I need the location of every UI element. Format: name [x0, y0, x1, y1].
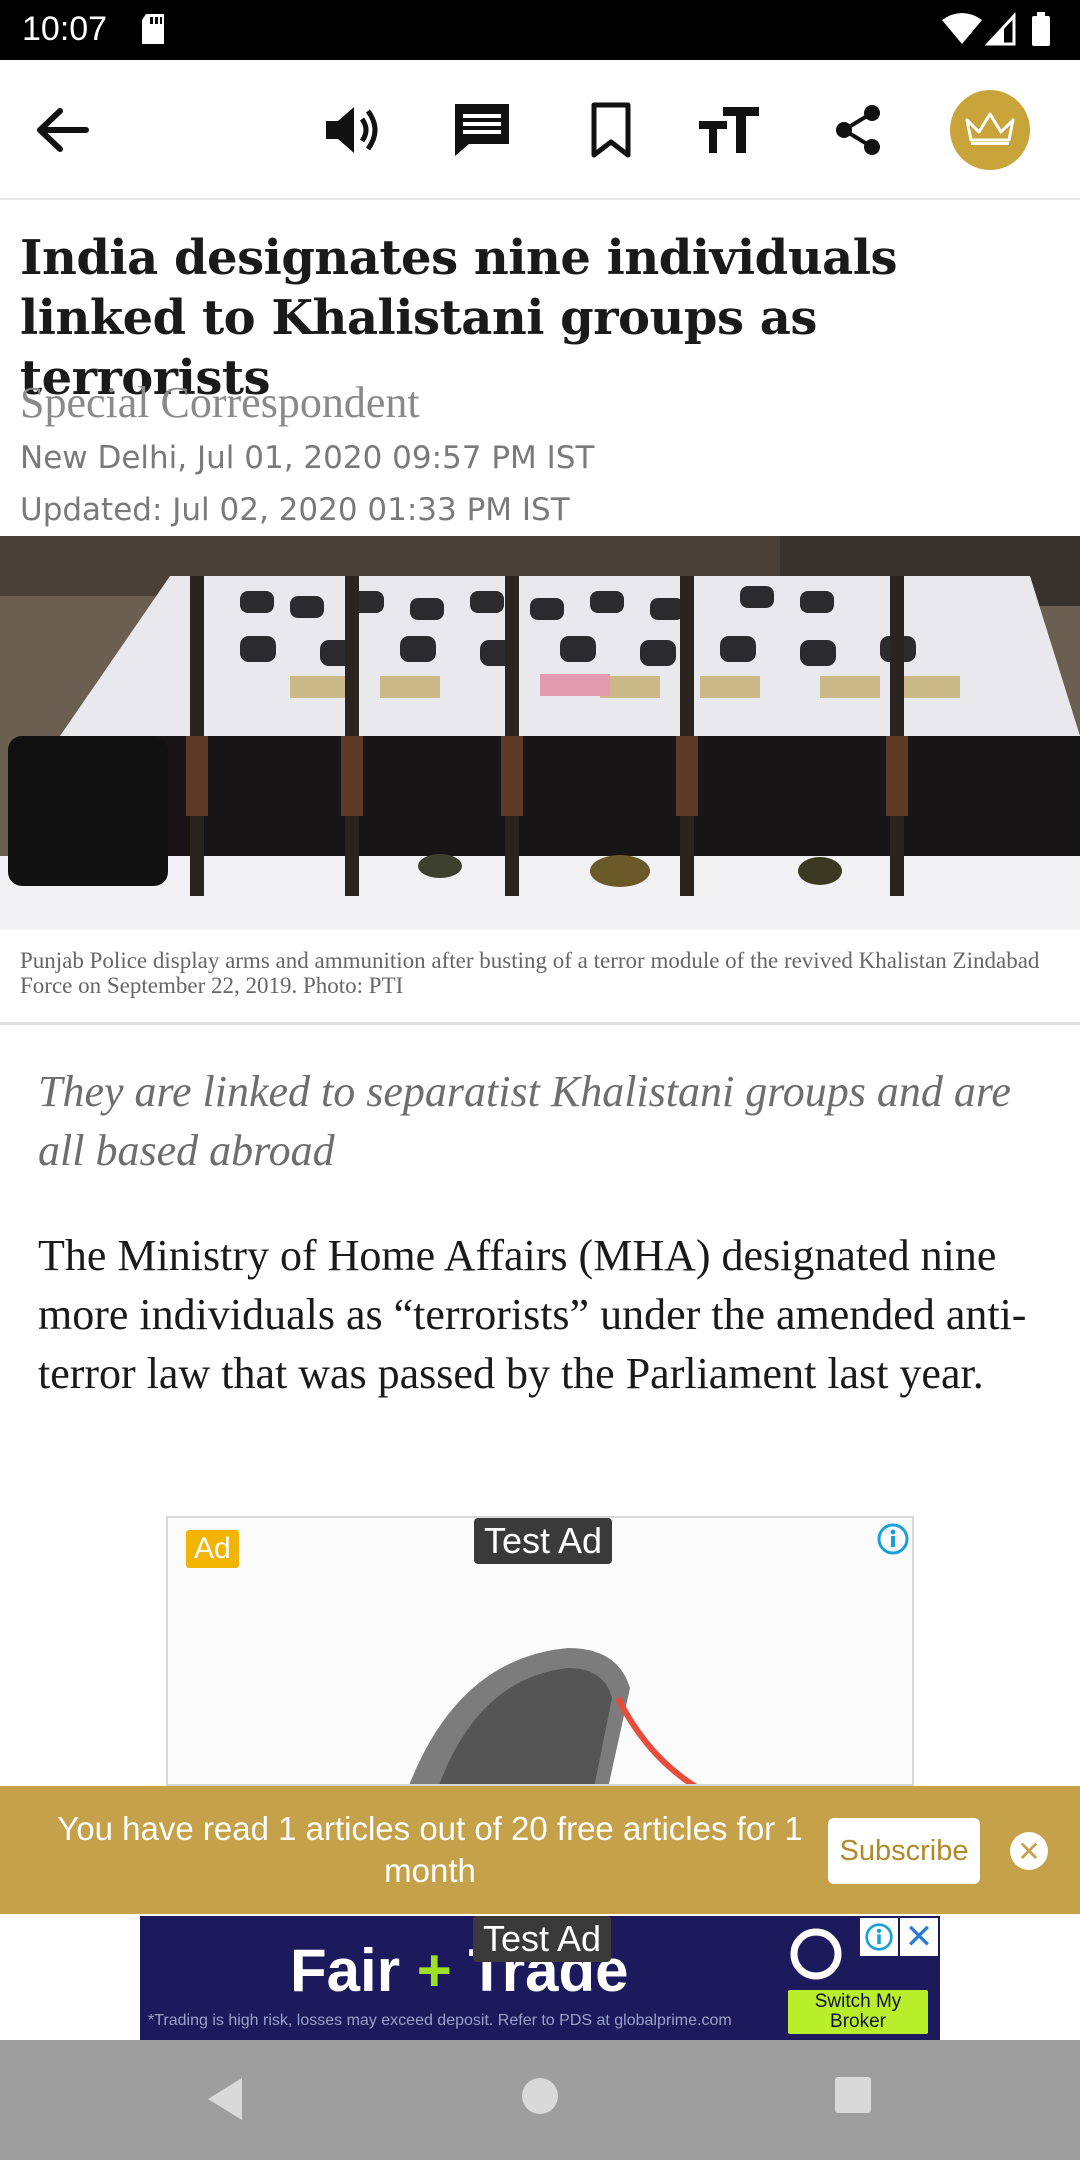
- ad-close-icon[interactable]: ✕: [900, 1918, 938, 1956]
- ad-headline-plus: +: [416, 1937, 452, 2004]
- test-ad-label: Test Ad: [473, 1916, 612, 1962]
- article-body-paragraph: The Ministry of Home Affairs (MHA) desig…: [38, 1231, 1027, 1398]
- subscribe-message: You have read 1 articles out of 20 free …: [57, 1810, 803, 1889]
- switch-broker-button[interactable]: Switch My Broker: [788, 1990, 928, 2034]
- ad-product-image: [368, 1618, 768, 1784]
- inline-ad[interactable]: Ad Test Ad: [166, 1516, 914, 1786]
- crown-icon: [963, 108, 1017, 153]
- sd-card-icon: [140, 14, 166, 49]
- nav-home-icon[interactable]: [520, 2076, 560, 2121]
- ad-info-icon[interactable]: [860, 1918, 898, 1956]
- nav-back-icon[interactable]: [204, 2076, 246, 2127]
- ad-badge: Ad: [186, 1530, 239, 1568]
- ad-headline-left: Fair: [290, 1937, 401, 2004]
- article-dateline: New Delhi, Jul 01, 2020 09:57 PM IST: [20, 440, 594, 476]
- share-icon[interactable]: [818, 90, 898, 170]
- signal-wifi-battery-icons: [940, 12, 1060, 53]
- ad-disclaimer: *Trading is high risk, losses may exceed…: [148, 2012, 732, 2029]
- article-published-date: Jul 01, 2020 09:57 PM IST: [197, 440, 595, 476]
- back-arrow-icon[interactable]: [22, 90, 102, 170]
- article-location: New Delhi,: [20, 440, 188, 476]
- bookmark-icon[interactable]: [571, 90, 651, 170]
- article-byline: Special Correspondent: [20, 378, 420, 427]
- status-bar: 10:07: [0, 0, 1080, 60]
- test-ad-label: Test Ad: [474, 1518, 613, 1564]
- text-size-icon[interactable]: [690, 90, 770, 170]
- premium-crown-button[interactable]: [950, 90, 1030, 170]
- bottom-banner-ad[interactable]: Fair + Trade *Trading is high risk, loss…: [140, 1916, 940, 2040]
- article-standfirst: They are linked to separatist Khalistani…: [38, 1067, 1011, 1175]
- banner-close-icon[interactable]: ✕: [1010, 1832, 1048, 1870]
- status-time: 10:07: [22, 10, 108, 48]
- ad-info-icon[interactable]: [876, 1522, 910, 1561]
- subscribe-banner: You have read 1 articles out of 20 free …: [0, 1786, 1080, 1914]
- system-nav-bar: [0, 2040, 1080, 2160]
- article-toolbar: [0, 60, 1080, 200]
- comment-icon[interactable]: [442, 90, 522, 170]
- divider: [0, 1022, 1080, 1025]
- subscribe-button[interactable]: Subscribe: [828, 1818, 980, 1884]
- article-photo: [0, 536, 1080, 930]
- article-updated-date: Updated: Jul 02, 2020 01:33 PM IST: [20, 492, 570, 528]
- speaker-icon[interactable]: [312, 90, 392, 170]
- globalprime-logo-icon: [788, 1926, 858, 1987]
- nav-recents-icon[interactable]: [834, 2076, 872, 2119]
- photo-caption: Punjab Police display arms and ammunitio…: [20, 948, 1040, 998]
